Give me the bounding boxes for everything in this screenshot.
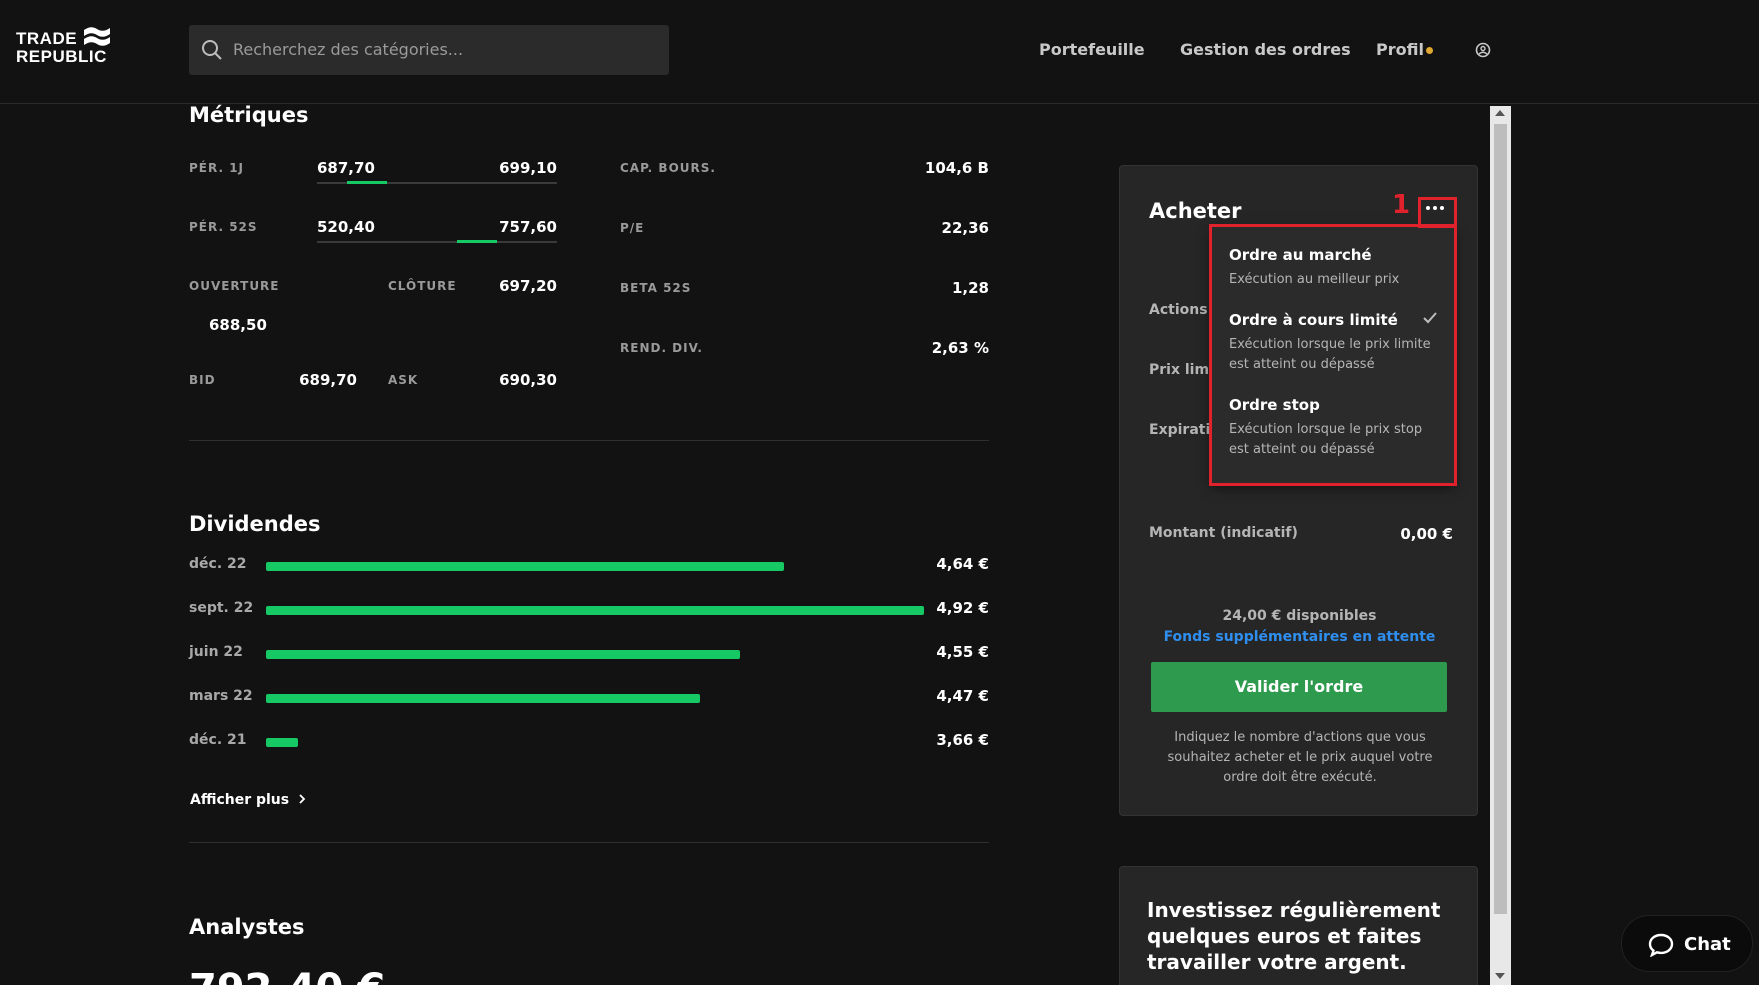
cloture-label: CLÔTURE: [388, 279, 457, 293]
scroll-down-arrow-icon[interactable]: [1495, 973, 1505, 979]
dividend-bar: [266, 738, 298, 747]
analysts-title: Analystes: [189, 915, 305, 939]
dividend-label: juin 22: [189, 644, 243, 660]
beta-value: 1,28: [951, 279, 989, 297]
per-52s-high: 757,60: [499, 218, 557, 236]
per-1j-low: 687,70: [317, 159, 375, 177]
trade-republic-logo[interactable]: TRADE REPUBLIC: [16, 26, 114, 70]
chat-label: Chat: [1684, 934, 1731, 955]
available-funds: 24,00 € disponibles: [1222, 608, 1377, 624]
per-1j-high: 699,10: [499, 159, 557, 177]
rend-div-label: REND. DIV.: [620, 341, 703, 355]
nav-profil[interactable]: Profil: [1376, 40, 1424, 59]
nav-gestion-des-ordres[interactable]: Gestion des ordres: [1180, 40, 1351, 59]
analyst-target-price: 792,40 €: [189, 966, 385, 985]
user-icon[interactable]: [1475, 42, 1491, 58]
search-input[interactable]: Recherchez des catégories...: [189, 25, 669, 75]
nav-portefeuille[interactable]: Portefeuille: [1039, 40, 1145, 59]
metrics-title: Métriques: [189, 103, 309, 127]
dividend-bar: [266, 606, 924, 615]
search-placeholder: Recherchez des catégories...: [233, 40, 464, 59]
afficher-plus-link[interactable]: Afficher plus: [190, 792, 307, 808]
per-52s-range-track: [317, 241, 557, 243]
scrollbar[interactable]: [1490, 106, 1511, 985]
order-title: Acheter: [1149, 199, 1242, 223]
flag-icon: [84, 27, 110, 46]
dividend-bar: [266, 650, 740, 659]
dividend-value: 4,55 €: [936, 643, 989, 661]
per-52s-low: 520,40: [317, 218, 375, 236]
dividend-value: 4,47 €: [936, 687, 989, 705]
section-divider-2: [189, 842, 989, 843]
top-header: TRADE REPUBLIC Recherchez des catégories…: [0, 0, 1759, 104]
dividend-label: sept. 22: [189, 600, 254, 616]
cloture-value: 697,20: [499, 277, 557, 295]
logo-line-2: REPUBLIC: [16, 47, 107, 66]
pe-value: 22,36: [941, 219, 989, 237]
ouverture-label: OUVERTURE: [189, 279, 280, 293]
ask-label: ASK: [388, 373, 419, 387]
dividend-bar: [266, 562, 784, 571]
dividend-label: déc. 22: [189, 556, 247, 572]
ask-value: 690,30: [499, 371, 557, 389]
dividend-value: 3,66 €: [936, 731, 989, 749]
cap-bours-value: 104,6 B: [924, 159, 989, 177]
dividend-value: 4,92 €: [936, 599, 989, 617]
per-52s-label: PÉR. 52S: [189, 220, 258, 234]
per-1j-label: PÉR. 1J: [189, 161, 245, 175]
dividends-title: Dividendes: [189, 512, 321, 536]
chat-bubble-icon: [1648, 933, 1674, 957]
cap-bours-label: CAP. BOURS.: [620, 161, 716, 175]
per-52s-range-indicator: [457, 240, 497, 243]
scroll-thumb[interactable]: [1494, 124, 1507, 914]
promo-card[interactable]: Investissez régulièrement quelques euros…: [1119, 866, 1478, 985]
beta-label: BETA 52S: [620, 281, 692, 295]
afficher-plus-label: Afficher plus: [190, 792, 290, 808]
promo-text: Investissez régulièrement quelques euros…: [1147, 898, 1441, 974]
amount-label: Montant (indicatif): [1149, 525, 1298, 541]
scroll-up-arrow-icon[interactable]: [1495, 110, 1505, 116]
search-icon: [202, 40, 222, 60]
chat-button[interactable]: Chat: [1621, 915, 1753, 972]
bid-label: BID: [189, 373, 216, 387]
chevron-right-icon: [299, 794, 306, 804]
bid-value: 689,70: [299, 371, 357, 389]
dividend-label: déc. 21: [189, 732, 247, 748]
order-hint: Indiquez le nombre d'actions que vous so…: [1167, 730, 1433, 785]
dividend-label: mars 22: [189, 688, 253, 704]
notification-dot: [1426, 47, 1433, 54]
actions-field-label: Actions: [1149, 302, 1208, 318]
funds-pending-link[interactable]: Fonds supplémentaires en attente: [1120, 629, 1479, 645]
section-divider: [189, 440, 989, 441]
amount-value: 0,00 €: [1400, 525, 1453, 543]
per-1j-range-indicator: [347, 181, 387, 184]
validate-order-button[interactable]: Valider l'ordre: [1151, 662, 1447, 712]
pe-label: P/E: [620, 221, 645, 235]
annotation-number: 1: [1392, 190, 1411, 220]
rend-div-value: 2,63 %: [931, 339, 989, 357]
annotation-box-menu: [1209, 224, 1457, 486]
dividend-value: 4,64 €: [936, 555, 989, 573]
ouverture-value: 688,50: [209, 316, 267, 334]
dividend-bar: [266, 694, 700, 703]
